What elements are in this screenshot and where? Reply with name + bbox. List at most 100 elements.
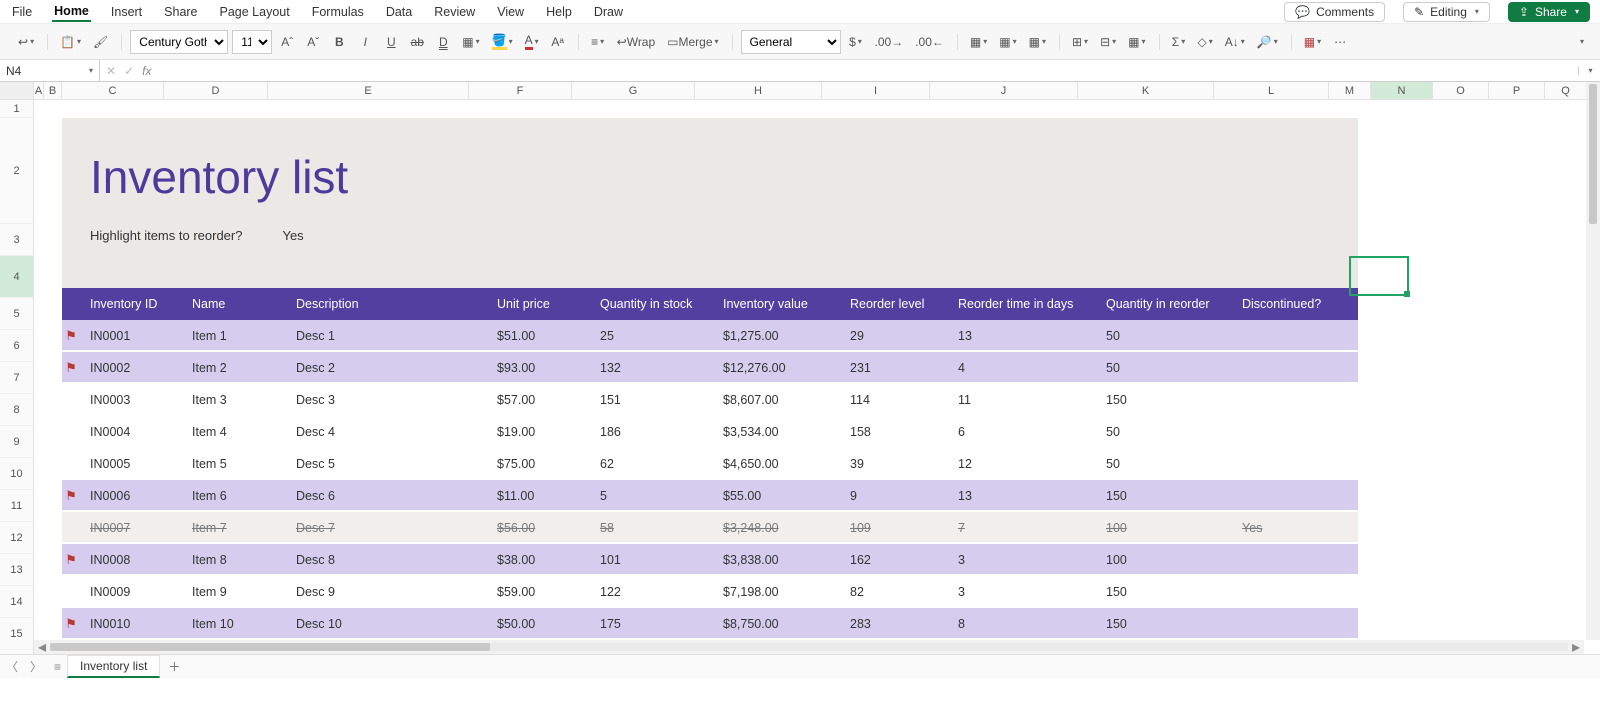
grow-font-button[interactable]: Aˆ bbox=[276, 30, 298, 54]
table-row[interactable]: IN0004Item 4Desc 4$19.00186$3,534.001586… bbox=[62, 416, 1358, 448]
row-header-12[interactable]: 12 bbox=[0, 522, 33, 554]
bold-button[interactable]: B bbox=[328, 30, 350, 54]
col-header-A[interactable]: A bbox=[34, 82, 44, 99]
col-header-Q[interactable]: Q bbox=[1545, 82, 1587, 99]
conditional-format-button[interactable]: ▦▾ bbox=[966, 30, 991, 54]
menu-insert[interactable]: Insert bbox=[109, 3, 144, 21]
increase-decimal-button[interactable]: .00→ bbox=[871, 30, 908, 54]
col-header-H[interactable]: H bbox=[695, 82, 822, 99]
tab-list-button[interactable]: ≡ bbox=[48, 660, 67, 674]
menu-home[interactable]: Home bbox=[52, 2, 91, 22]
col-header-J[interactable]: J bbox=[930, 82, 1078, 99]
sheet-tab-active[interactable]: Inventory list bbox=[67, 655, 160, 678]
table-format-button[interactable]: ▦▾ bbox=[995, 30, 1020, 54]
expand-formula-bar[interactable]: ▾ bbox=[1578, 66, 1600, 75]
select-all-corner[interactable] bbox=[0, 82, 33, 100]
row-header-9[interactable]: 9 bbox=[0, 426, 33, 458]
format-cells-button[interactable]: ▦▾ bbox=[1124, 30, 1149, 54]
col-header-G[interactable]: G bbox=[572, 82, 695, 99]
menu-formulas[interactable]: Formulas bbox=[310, 3, 366, 21]
double-underline-button[interactable]: D bbox=[432, 30, 454, 54]
comments-button[interactable]: 💬 Comments bbox=[1284, 2, 1385, 22]
row-header-10[interactable]: 10 bbox=[0, 458, 33, 490]
table-row[interactable]: IN0007Item 7Desc 7$56.0058$3,248.0010971… bbox=[62, 512, 1358, 544]
table-row[interactable]: ⚑IN0002Item 2Desc 2$93.00132$12,276.0023… bbox=[62, 352, 1358, 384]
vertical-scrollbar[interactable] bbox=[1586, 82, 1600, 640]
row-header-3[interactable]: 3 bbox=[0, 224, 33, 256]
col-header-C[interactable]: C bbox=[62, 82, 164, 99]
col-header-F[interactable]: F bbox=[469, 82, 572, 99]
cancel-formula-icon[interactable]: ✕ bbox=[106, 64, 116, 78]
menu-file[interactable]: File bbox=[10, 3, 34, 21]
row-header-8[interactable]: 8 bbox=[0, 394, 33, 426]
delete-cells-button[interactable]: ⊟▾ bbox=[1096, 30, 1120, 54]
borders-button[interactable]: ▦▾ bbox=[458, 30, 483, 54]
formula-input[interactable] bbox=[157, 60, 1578, 82]
col-header-K[interactable]: K bbox=[1078, 82, 1214, 99]
row-header-2[interactable]: 2 bbox=[0, 118, 33, 224]
table-row[interactable]: ⚑IN0001Item 1Desc 1$51.0025$1,275.002913… bbox=[62, 320, 1358, 352]
number-format-select[interactable]: General bbox=[741, 30, 841, 54]
col-header-L[interactable]: L bbox=[1214, 82, 1329, 99]
col-header-B[interactable]: B bbox=[44, 82, 62, 99]
menu-help[interactable]: Help bbox=[544, 3, 574, 21]
add-sheet-button[interactable]: ＋ bbox=[160, 658, 188, 675]
decrease-decimal-button[interactable]: .00← bbox=[911, 30, 948, 54]
table-row[interactable]: IN0003Item 3Desc 3$57.00151$8,607.001141… bbox=[62, 384, 1358, 416]
col-header-D[interactable]: D bbox=[164, 82, 268, 99]
merge-button[interactable]: ▭ Merge▾ bbox=[663, 30, 722, 54]
cell-styles-button[interactable]: ▦▾ bbox=[1025, 30, 1050, 54]
more-button[interactable]: ⋯ bbox=[1329, 30, 1351, 54]
name-box[interactable]: N4 ▾ bbox=[0, 60, 100, 82]
paste-button[interactable]: 📋▾ bbox=[56, 30, 85, 54]
menu-share-top[interactable]: Share bbox=[162, 3, 199, 21]
table-row[interactable]: ⚑IN0008Item 8Desc 8$38.00101$3,838.00162… bbox=[62, 544, 1358, 576]
row-header-1[interactable]: 1 bbox=[0, 100, 33, 118]
table-row[interactable]: IN0005Item 5Desc 5$75.0062$4,650.0039125… bbox=[62, 448, 1358, 480]
fill-color-button[interactable]: 🪣▾ bbox=[488, 30, 517, 54]
row-header-14[interactable]: 14 bbox=[0, 586, 33, 618]
accept-formula-icon[interactable]: ✓ bbox=[124, 64, 134, 78]
addins-button[interactable]: ▦▾ bbox=[1300, 30, 1325, 54]
row-header-5[interactable]: 5 bbox=[0, 298, 33, 330]
table-row[interactable]: ⚑IN0010Item 10Desc 10$50.00175$8,750.002… bbox=[62, 608, 1358, 640]
italic-button[interactable]: I bbox=[354, 30, 376, 54]
col-header-P[interactable]: P bbox=[1489, 82, 1545, 99]
wrap-text-button[interactable]: ↩ Wrap bbox=[613, 30, 660, 54]
menu-data[interactable]: Data bbox=[384, 3, 414, 21]
find-button[interactable]: 🔎▾ bbox=[1253, 30, 1282, 54]
format-painter-button[interactable]: 🖌 bbox=[89, 30, 112, 54]
currency-button[interactable]: $▾ bbox=[845, 30, 867, 54]
scrollbar-thumb[interactable] bbox=[50, 643, 490, 651]
menu-review[interactable]: Review bbox=[432, 3, 477, 21]
col-header-E[interactable]: E bbox=[268, 82, 469, 99]
col-header-N[interactable]: N bbox=[1371, 82, 1433, 99]
editing-mode-button[interactable]: ✎ Editing ▾ bbox=[1403, 2, 1490, 22]
sort-filter-button[interactable]: A↓▾ bbox=[1221, 30, 1249, 54]
row-header-15[interactable]: 15 bbox=[0, 618, 33, 650]
underline-button[interactable]: U bbox=[380, 30, 402, 54]
fill-handle[interactable] bbox=[1404, 291, 1410, 297]
menu-view[interactable]: View bbox=[495, 3, 526, 21]
menu-page-layout[interactable]: Page Layout bbox=[218, 3, 292, 21]
font-family-select[interactable]: Century Gothi... bbox=[130, 30, 228, 54]
autosum-button[interactable]: Σ▾ bbox=[1168, 30, 1190, 54]
row-header-11[interactable]: 11 bbox=[0, 490, 33, 522]
strike-button[interactable]: ab bbox=[406, 30, 428, 54]
table-row[interactable]: ⚑IN0006Item 6Desc 6$11.005$55.00913150 bbox=[62, 480, 1358, 512]
font-size-select[interactable]: 11 bbox=[232, 30, 272, 54]
row-header-4[interactable]: 4 bbox=[0, 256, 33, 298]
row-header-6[interactable]: 6 bbox=[0, 330, 33, 362]
undo-button[interactable]: ↩▾ bbox=[14, 30, 38, 54]
font-color-button[interactable]: A▾ bbox=[521, 30, 543, 54]
menu-draw[interactable]: Draw bbox=[592, 3, 625, 21]
table-row[interactable]: IN0009Item 9Desc 9$59.00122$7,198.008231… bbox=[62, 576, 1358, 608]
row-header-7[interactable]: 7 bbox=[0, 362, 33, 394]
share-button[interactable]: ⇪ Share ▾ bbox=[1508, 2, 1590, 22]
ribbon-collapse-button[interactable]: ▾ bbox=[1570, 30, 1592, 54]
col-header-I[interactable]: I bbox=[822, 82, 930, 99]
tab-nav-next[interactable]: 〉 bbox=[24, 658, 48, 675]
horizontal-scrollbar[interactable]: ◂ ▸ bbox=[34, 640, 1584, 654]
col-header-O[interactable]: O bbox=[1433, 82, 1489, 99]
clear-button[interactable]: ◇▾ bbox=[1194, 30, 1217, 54]
